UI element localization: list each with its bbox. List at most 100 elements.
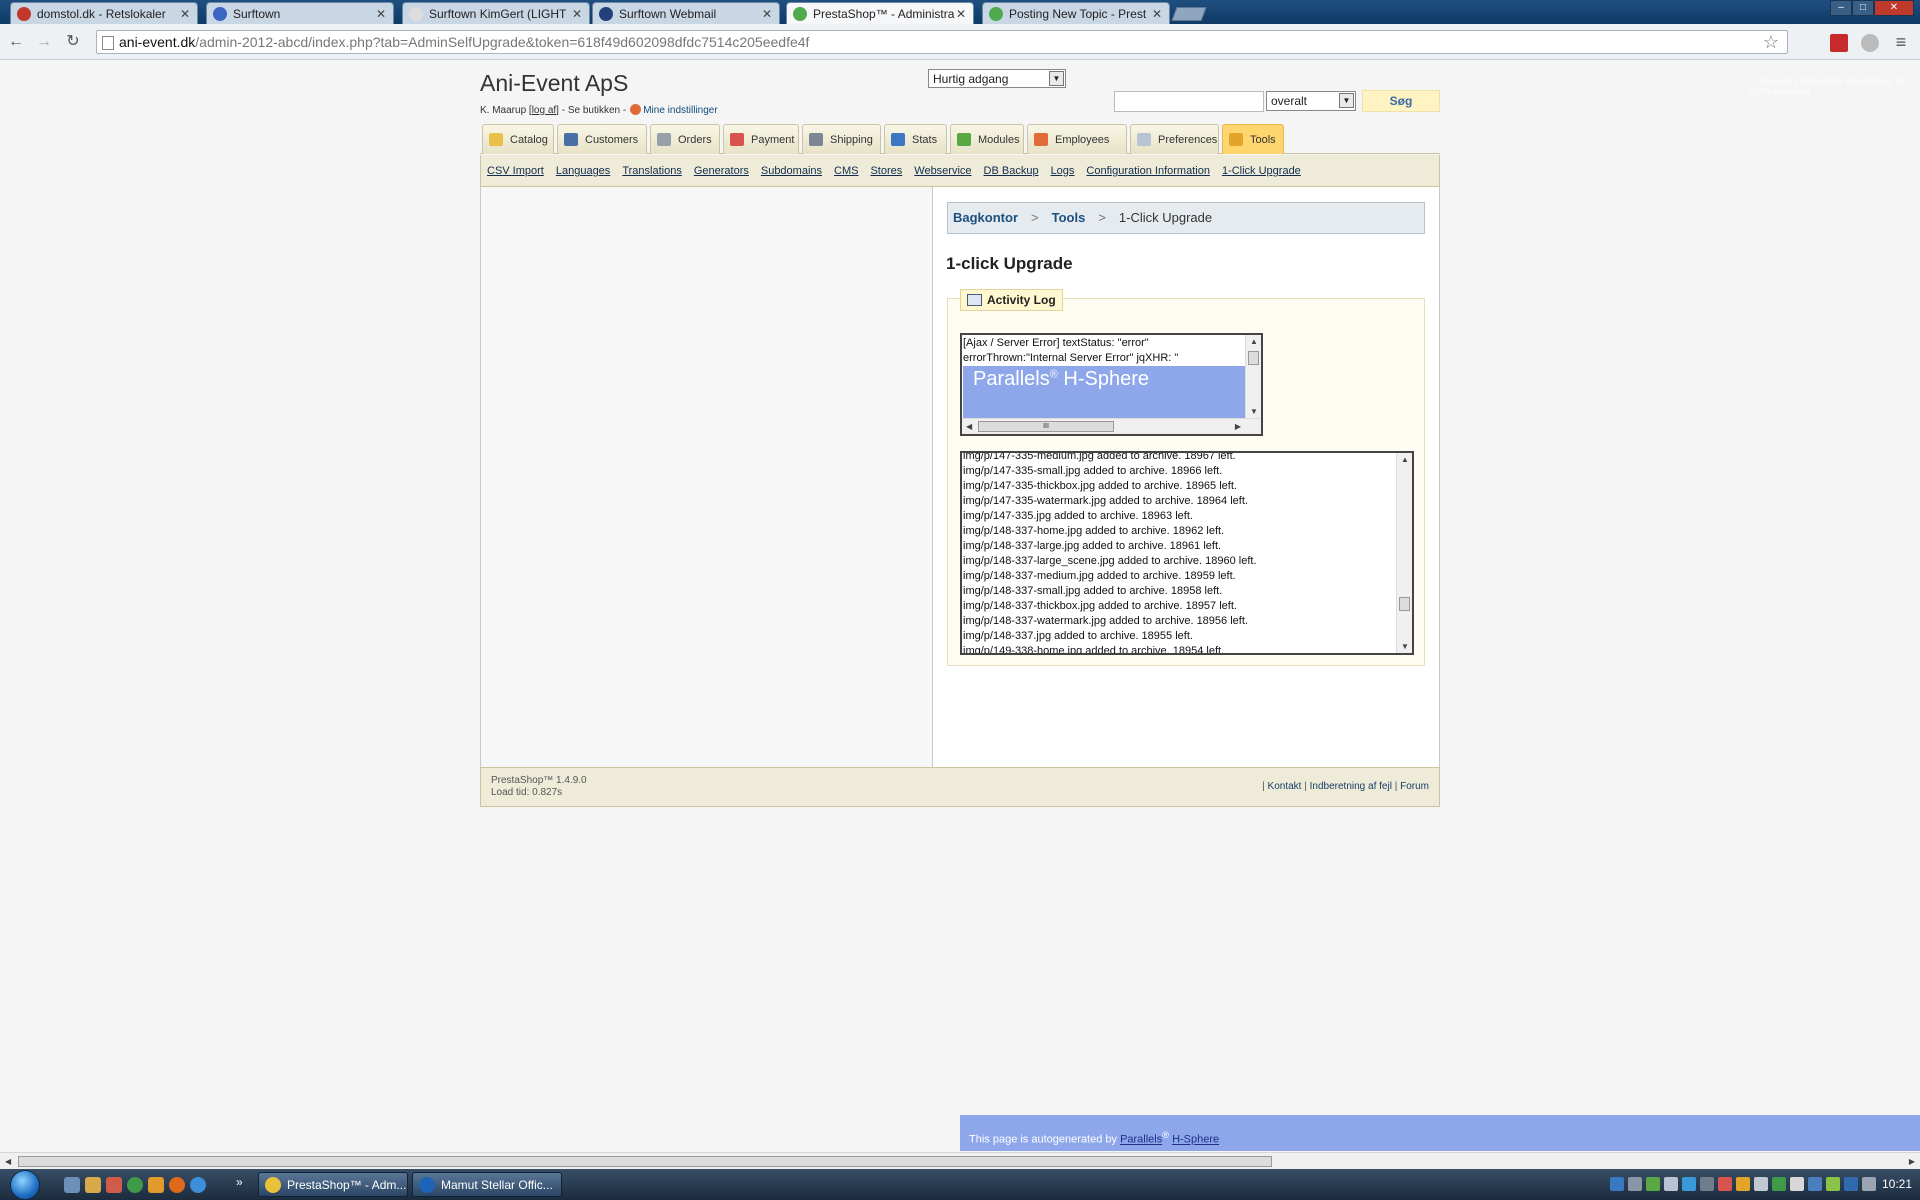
page-scroll-thumb[interactable] (18, 1156, 1272, 1167)
tray-icon[interactable] (1664, 1177, 1678, 1191)
firefox-icon[interactable] (169, 1177, 185, 1193)
menu-tab-payment[interactable]: Payment (723, 124, 799, 154)
tray-icon[interactable] (1718, 1177, 1732, 1191)
internet-explorer-icon[interactable] (190, 1177, 206, 1193)
submenu-link[interactable]: Webservice (914, 165, 971, 177)
media-icon[interactable] (106, 1177, 122, 1193)
menu-tab-stats[interactable]: Stats (884, 124, 947, 154)
breadcrumb-root[interactable]: Bagkontor (953, 210, 1018, 225)
error-frame-vertical-scrollbar[interactable]: ▲ ▼ (1245, 335, 1261, 418)
forum-link[interactable]: Forum (1400, 781, 1429, 792)
mail-icon[interactable] (148, 1177, 164, 1193)
taskbar-window-button[interactable]: PrestaShop™ - Adm... (258, 1172, 408, 1197)
submenu-link[interactable]: Translations (622, 165, 682, 177)
back-icon[interactable]: ← (6, 32, 26, 52)
browser-tab[interactable]: Surftown KimGert (LIGHT ✕ (402, 2, 590, 24)
scroll-thumb[interactable] (1399, 597, 1410, 611)
browser-tab[interactable]: PrestaShop™ - Administra ✕ (786, 2, 974, 25)
scroll-down-icon[interactable]: ▼ (1250, 407, 1258, 416)
hsphere-link[interactable]: H-Sphere (1172, 1134, 1219, 1146)
submenu-link[interactable]: Stores (870, 165, 902, 177)
tray-icon[interactable] (1754, 1177, 1768, 1191)
tab-close-icon[interactable]: ✕ (375, 7, 387, 21)
chrome-icon[interactable] (127, 1177, 143, 1193)
scroll-right-icon[interactable]: ▶ (1235, 422, 1241, 431)
extension-red-icon[interactable] (1830, 34, 1848, 52)
submenu-link[interactable]: Subdomains (761, 165, 822, 177)
browser-tab[interactable]: Surftown ✕ (206, 2, 394, 24)
forward-icon[interactable]: → (34, 32, 54, 52)
tab-close-icon[interactable]: ✕ (571, 7, 583, 21)
tray-icon[interactable] (1790, 1177, 1804, 1191)
submenu-link[interactable]: Generators (694, 165, 749, 177)
menu-tab-modules[interactable]: Modules (950, 124, 1024, 154)
menu-tab-employees[interactable]: Employees (1027, 124, 1127, 154)
parallels-link[interactable]: Parallels (1120, 1134, 1162, 1146)
extension-gray-icon[interactable] (1861, 34, 1879, 52)
search-scope-select[interactable]: overalt ▼ (1266, 91, 1356, 111)
contact-link[interactable]: Kontakt (1268, 781, 1302, 792)
tab-close-icon[interactable]: ✕ (955, 7, 967, 21)
minimize-button[interactable]: – (1830, 0, 1852, 16)
menu-tab-orders[interactable]: Orders (650, 124, 720, 154)
scroll-right-icon[interactable]: ▶ (1909, 1157, 1915, 1166)
submenu-link[interactable]: Languages (556, 165, 610, 177)
quick-access-select[interactable]: Hurtig adgang ▼ (928, 69, 1066, 88)
menu-tab-shipping[interactable]: Shipping (802, 124, 881, 154)
search-input[interactable] (1114, 91, 1264, 112)
quicklaunch-more-icon[interactable]: » (236, 1175, 246, 1191)
scroll-up-icon[interactable]: ▲ (1250, 337, 1258, 346)
my-settings-link[interactable]: Mine indstillinger (643, 105, 717, 116)
log-vertical-scrollbar[interactable]: ▲ ▼ (1396, 453, 1412, 653)
upgrade-log-box[interactable]: img/p/147-335-medium.jpg added to archiv… (960, 451, 1414, 655)
tray-icon[interactable] (1628, 1177, 1642, 1191)
submenu-link[interactable]: 1-Click Upgrade (1222, 165, 1301, 177)
tray-icon[interactable] (1700, 1177, 1714, 1191)
error-frame-horizontal-scrollbar[interactable]: ◀ III ▶ (962, 418, 1261, 434)
menu-tab-customers[interactable]: Customers (557, 124, 647, 154)
tray-icon[interactable] (1610, 1177, 1624, 1191)
address-bar[interactable]: ani-event.dk/admin-2012-abcd/index.php?t… (96, 30, 1788, 54)
submenu-link[interactable]: CSV Import (487, 165, 544, 177)
tray-icon[interactable] (1772, 1177, 1786, 1191)
menu-tab-preferences[interactable]: Preferences (1130, 124, 1219, 154)
scroll-down-icon[interactable]: ▼ (1401, 642, 1409, 651)
scroll-left-icon[interactable]: ◀ (966, 422, 972, 431)
submenu-link[interactable]: Configuration Information (1086, 165, 1210, 177)
tab-close-icon[interactable]: ✕ (179, 7, 191, 21)
tray-icon[interactable] (1682, 1177, 1696, 1191)
submenu-link[interactable]: CMS (834, 165, 858, 177)
browser-tab[interactable]: domstol.dk - Retslokaler ✕ (10, 2, 198, 24)
scroll-thumb[interactable]: III (978, 421, 1114, 432)
clock[interactable]: 10:21 (1882, 1177, 1912, 1191)
page-horizontal-scrollbar[interactable]: ◀ ▶ (0, 1152, 1920, 1169)
tray-icon[interactable] (1646, 1177, 1660, 1191)
browser-tab[interactable]: Surftown Webmail ✕ (592, 2, 780, 24)
taskbar-window-button[interactable]: Mamut Stellar Offic... (412, 1172, 562, 1197)
submenu-link[interactable]: Logs (1051, 165, 1075, 177)
close-window-button[interactable]: ✕ (1874, 0, 1914, 16)
tray-icon[interactable] (1826, 1177, 1840, 1191)
show-desktop-icon[interactable] (64, 1177, 80, 1193)
reload-icon[interactable]: ↻ (63, 32, 83, 52)
menu-tab-tools[interactable]: Tools (1222, 124, 1284, 154)
submenu-link[interactable]: DB Backup (984, 165, 1039, 177)
volume-icon[interactable] (1862, 1177, 1876, 1191)
search-button[interactable]: Søg (1362, 90, 1440, 112)
scroll-thumb[interactable] (1248, 351, 1259, 365)
tray-icon[interactable] (1844, 1177, 1858, 1191)
bookmark-star-icon[interactable]: ☆ (1763, 32, 1779, 53)
browser-tab[interactable]: Posting New Topic - Prest ✕ (982, 2, 1170, 24)
scroll-up-icon[interactable]: ▲ (1401, 455, 1409, 464)
menu-tab-catalog[interactable]: Catalog (482, 124, 554, 154)
tray-icon[interactable] (1736, 1177, 1750, 1191)
start-button-icon[interactable] (10, 1170, 40, 1200)
explorer-icon[interactable] (85, 1177, 101, 1193)
bug-report-link[interactable]: Indberetning af fejl (1310, 781, 1392, 792)
tab-close-icon[interactable]: ✕ (761, 7, 773, 21)
new-tab-button[interactable] (1171, 7, 1207, 21)
logout-link[interactable]: log af (532, 105, 556, 116)
tray-icon[interactable] (1808, 1177, 1822, 1191)
maximize-button[interactable]: □ (1852, 0, 1874, 16)
scroll-left-icon[interactable]: ◀ (5, 1157, 11, 1166)
